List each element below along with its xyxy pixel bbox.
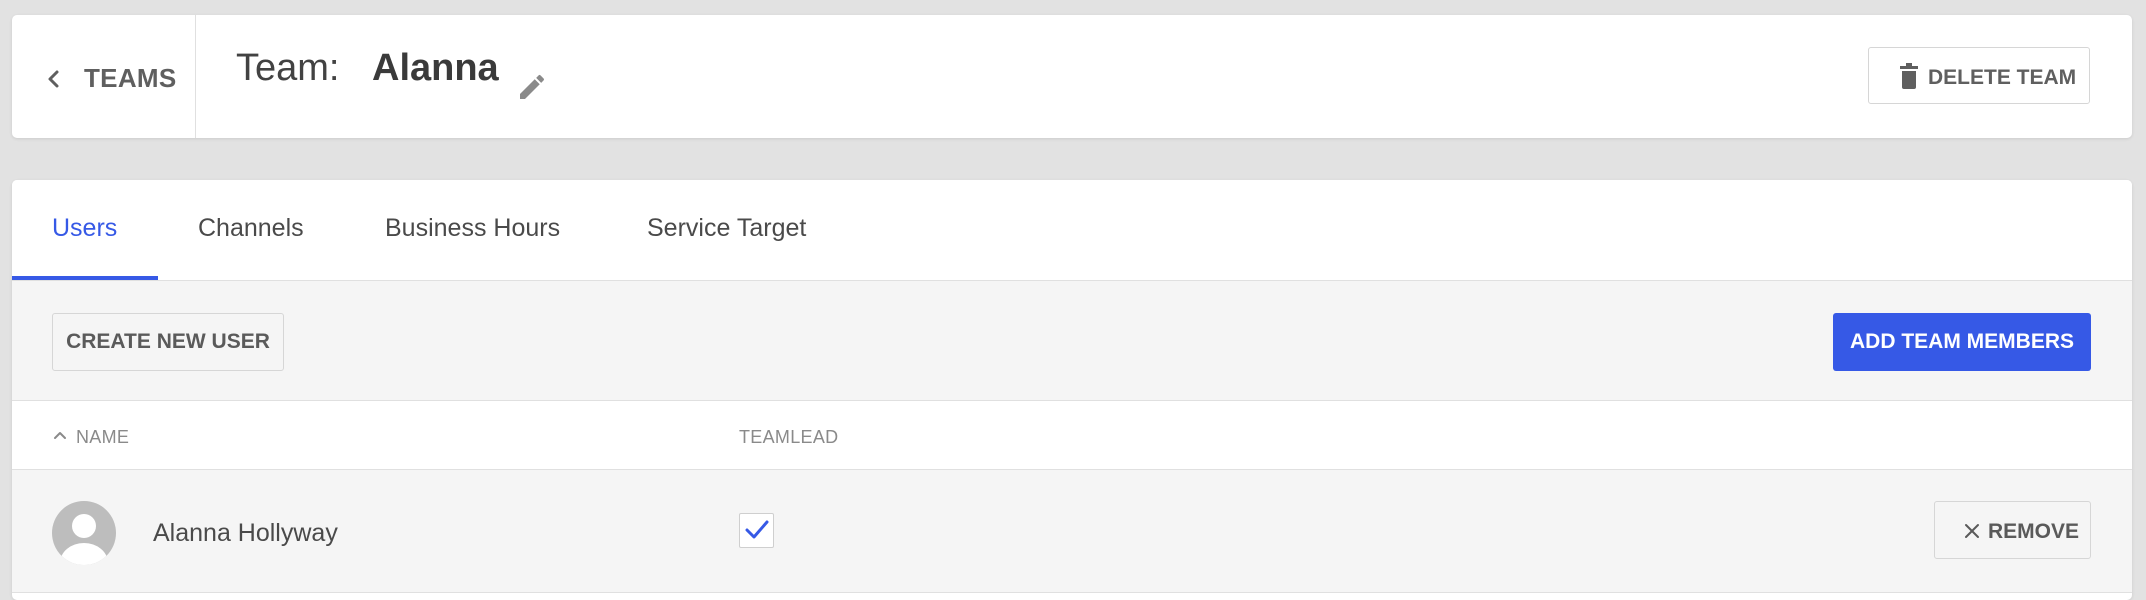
close-icon	[1965, 524, 1979, 538]
add-team-members-button[interactable]: ADD TEAM MEMBERS	[1833, 313, 2091, 371]
user-name: Alanna Hollyway	[153, 519, 338, 547]
chevron-left-icon	[48, 70, 59, 88]
team-title-prefix: Team:	[236, 47, 340, 89]
chevron-up-icon[interactable]	[52, 428, 68, 442]
checkmark-icon	[745, 520, 769, 539]
delete-team-label: DELETE TEAM	[1928, 66, 2077, 89]
user-avatar-icon	[52, 501, 116, 565]
pencil-icon[interactable]	[516, 71, 548, 103]
users-toolbar: CREATE NEW USER ADD TEAM MEMBERS	[12, 281, 2132, 401]
tab-bar: Users Channels Business Hours Service Ta…	[12, 180, 2132, 281]
delete-team-button[interactable]: DELETE TEAM	[1868, 47, 2090, 104]
team-detail-panel: Users Channels Business Hours Service Ta…	[12, 180, 2132, 600]
active-tab-indicator	[12, 276, 158, 280]
tab-users[interactable]: Users	[52, 214, 117, 243]
tab-channels[interactable]: Channels	[198, 214, 304, 243]
column-header-teamlead: TEAMLEAD	[739, 427, 839, 447]
trash-icon	[1900, 63, 1918, 89]
remove-user-button[interactable]: REMOVE	[1934, 501, 2091, 559]
column-header-name[interactable]: NAME	[76, 427, 129, 448]
teamlead-checkbox[interactable]	[739, 513, 774, 548]
team-header: TEAMS Team: Alanna DELETE TEAM	[12, 15, 2132, 138]
create-new-user-button[interactable]: CREATE NEW USER	[52, 313, 284, 371]
table-header: NAME TEAMLEAD	[12, 401, 2132, 470]
team-name: Alanna	[372, 47, 499, 89]
back-label: TEAMS	[84, 63, 177, 93]
tab-business-hours[interactable]: Business Hours	[385, 214, 560, 243]
back-to-teams-button[interactable]: TEAMS	[12, 15, 196, 138]
remove-label: REMOVE	[1988, 520, 2080, 543]
tab-service-target[interactable]: Service Target	[647, 214, 806, 243]
table-row: Alanna Hollyway REMOVE	[12, 470, 2132, 593]
